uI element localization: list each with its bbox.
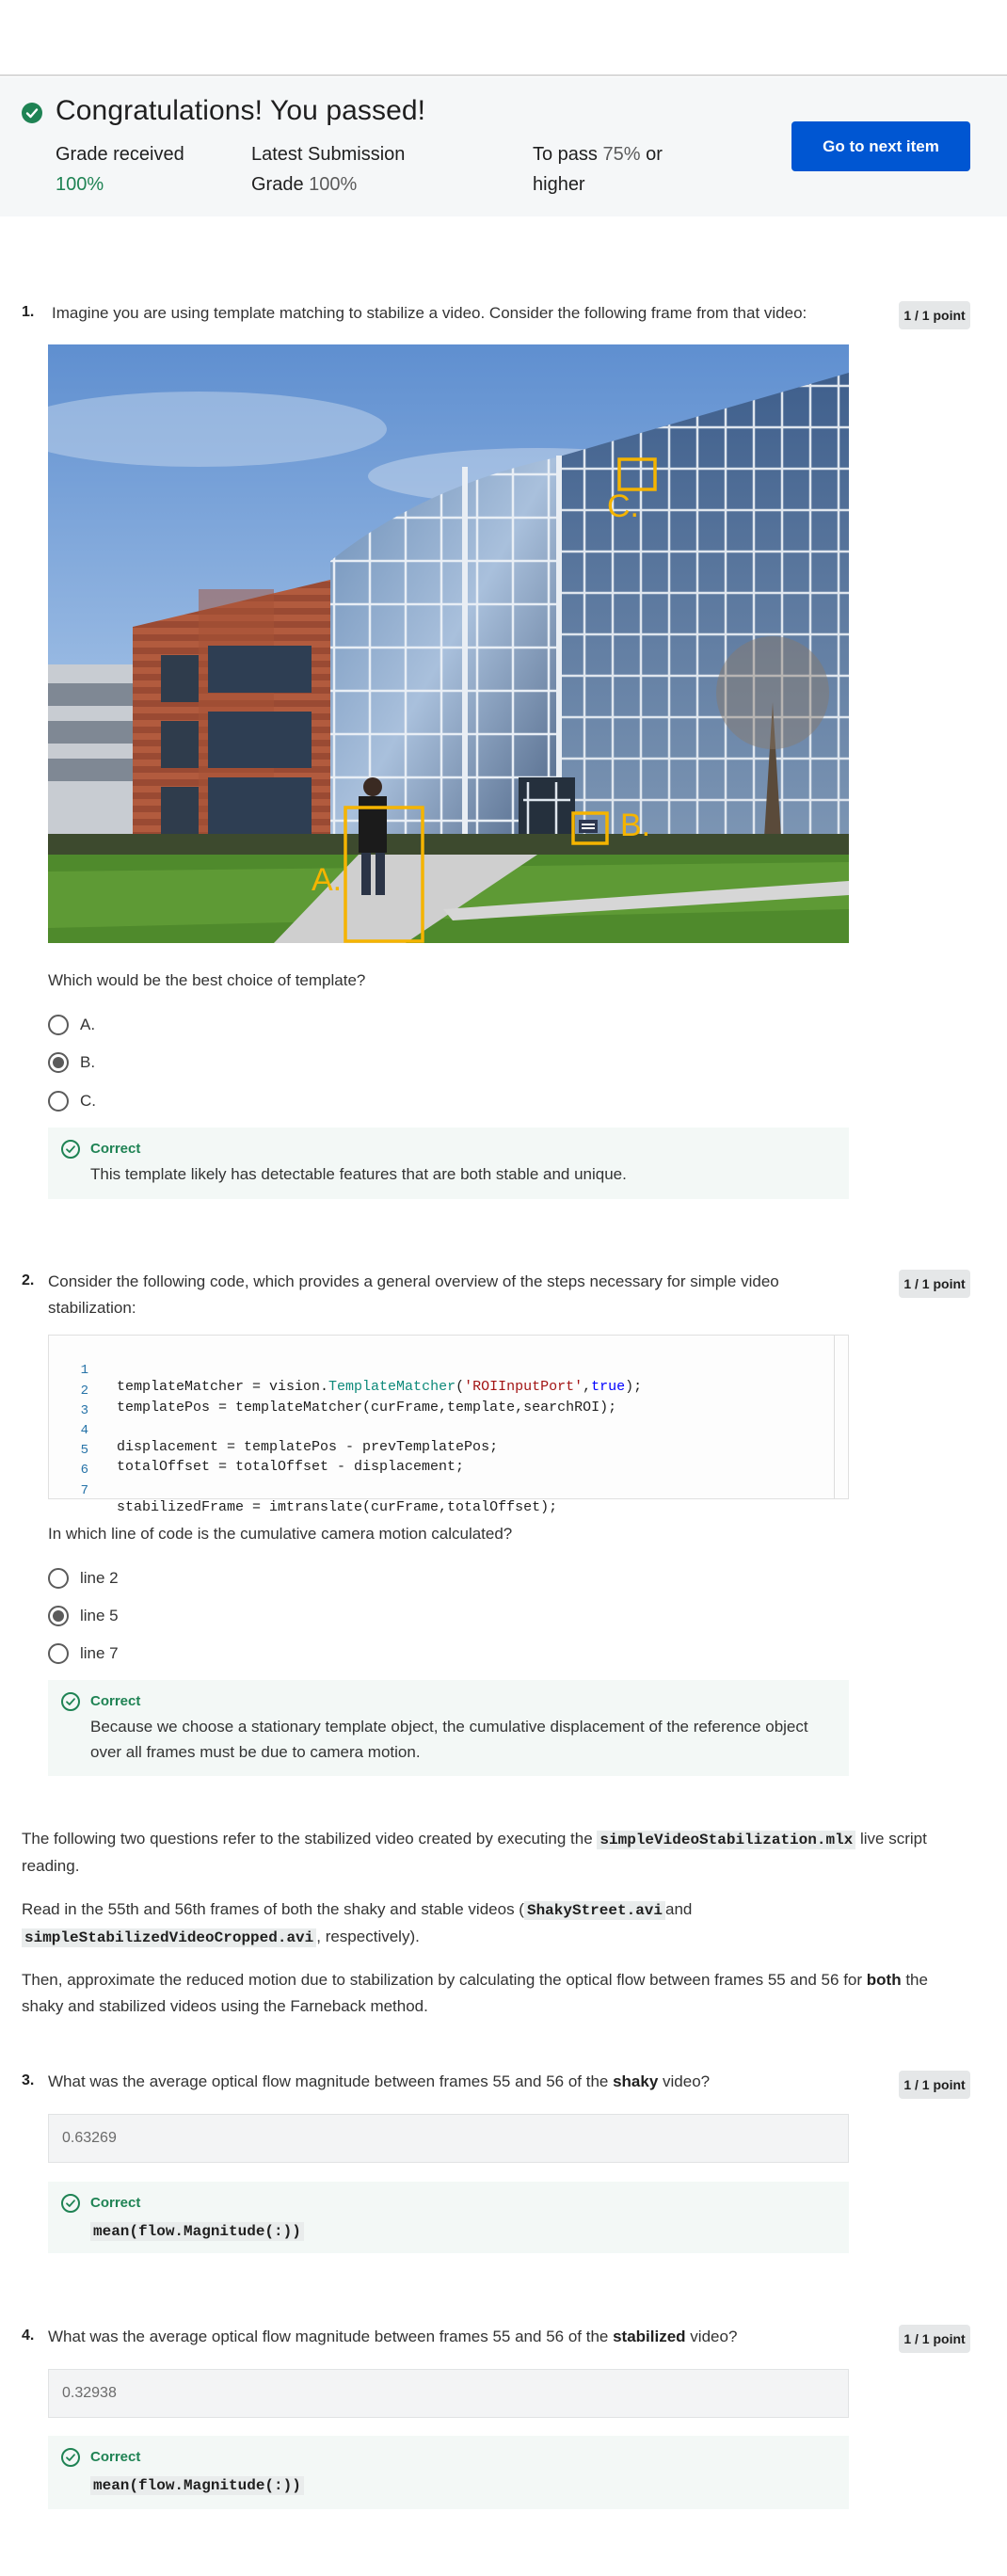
intro-paragraph-3: Then, approximate the reduced motion due… — [22, 1967, 953, 2020]
question-2-feedback: Correct Because we choose a stationary t… — [48, 1680, 849, 1776]
question-2-points-badge: 1 / 1 point — [899, 1270, 970, 1298]
question-2-option-line2[interactable]: line 2 — [48, 1566, 119, 1591]
question-2-option-line7[interactable]: line 7 — [48, 1641, 119, 1666]
top-navigation-bar — [0, 0, 1007, 76]
intro-text: , respectively). — [316, 1928, 420, 1945]
correct-check-icon — [61, 2194, 80, 2213]
feedback-title: Correct — [90, 1141, 141, 1157]
feedback-title: Correct — [90, 2449, 141, 2465]
question-1-option-a[interactable]: A. — [48, 1013, 95, 1037]
grade-received-label: Grade received — [56, 144, 184, 165]
correct-check-icon — [61, 2448, 80, 2467]
question-1-option-c[interactable]: C. — [48, 1089, 96, 1113]
question-3-text-b: video? — [663, 2072, 711, 2090]
code-scrollbar[interactable] — [834, 1336, 835, 1498]
code-line-5: 5 totalOffset = totalOffset - displaceme… — [49, 1427, 830, 1475]
pass-threshold-value: 75% — [602, 144, 641, 165]
go-to-next-item-button[interactable]: Go to next item — [791, 121, 970, 171]
grade-received: Grade received 100% — [56, 139, 225, 200]
question-1-number: 1. — [22, 304, 35, 320]
code-line-3: 3 — [49, 1387, 830, 1418]
building-photo: A. B. C. — [48, 344, 849, 943]
inline-code: mean(flow.Magnitude(:)) — [90, 2476, 304, 2495]
question-2-prompt: In which line of code is the cumulative … — [48, 1525, 513, 1543]
option-label: C. — [80, 1092, 96, 1110]
question-3-text-bold: shaky — [613, 2072, 659, 2090]
intro-paragraph-1: The following two questions refer to the… — [22, 1826, 953, 1880]
banner-title: Congratulations! You passed! — [56, 95, 426, 126]
correct-check-icon — [61, 1140, 80, 1159]
question-3-points-badge: 1 / 1 point — [899, 2071, 970, 2099]
code-line-2: 2 templatePos = templateMatcher(curFrame… — [49, 1368, 830, 1416]
feedback-text: This template likely has detectable feat… — [90, 1165, 627, 1183]
question-1-prompt: Which would be the best choice of templa… — [48, 971, 366, 989]
check-circle-icon — [22, 103, 42, 123]
question-3-answer-field[interactable]: 0.63269 — [48, 2114, 849, 2163]
option-label: B. — [80, 1053, 96, 1071]
question-3-number: 3. — [22, 2072, 35, 2088]
feedback-title: Correct — [90, 1693, 141, 1709]
question-4-answer-field[interactable]: 0.32938 — [48, 2369, 849, 2418]
latest-submission-value: 100% — [309, 174, 358, 195]
question-2-text: Consider the following code, which provi… — [48, 1272, 779, 1317]
line-number: 7 — [80, 1483, 88, 1498]
correct-check-icon — [61, 1692, 80, 1711]
inline-code: simpleStabilizedVideoCropped.avi — [22, 1928, 317, 1947]
radio-button-selected[interactable] — [48, 1052, 69, 1073]
code-line-4: 4 displacement = templatePos - prevTempl… — [49, 1407, 830, 1455]
question-4-feedback: Correct mean(flow.Magnitude(:)) — [48, 2436, 849, 2509]
option-label: A. — [80, 1016, 96, 1033]
question-1-points-badge: 1 / 1 point — [899, 301, 970, 329]
question-1-feedback: Correct This template likely has detecta… — [48, 1128, 849, 1199]
intro-paragraph-2: Read in the 55th and 56th frames of both… — [22, 1896, 953, 1951]
intro-bold: both — [866, 1971, 902, 1989]
latest-submission-grade: Latest Submission Grade 100% — [251, 139, 458, 200]
feedback-text: Because we choose a stationary template … — [90, 1718, 808, 1761]
image-label-b: B. — [620, 808, 650, 843]
image-label-c: C. — [607, 488, 639, 524]
feedback-code: mean(flow.Magnitude(:)) — [90, 2472, 834, 2499]
pass-threshold-prefix: To pass — [533, 144, 598, 165]
question-2-option-line5[interactable]: line 5 — [48, 1604, 119, 1628]
inline-code: simpleVideoStabilization.mlx — [597, 1831, 856, 1849]
inline-code: ShakyStreet.avi — [523, 1901, 665, 1920]
question-1-option-b[interactable]: B. — [48, 1050, 95, 1075]
question-4-text-a: What was the average optical flow magnit… — [48, 2328, 609, 2345]
option-label: line 5 — [80, 1607, 119, 1624]
code-line-6: 6 — [49, 1447, 830, 1478]
grade-received-value: 100% — [56, 174, 104, 195]
code-text: stabilizedFrame = imtranslate(curFrame,t… — [117, 1499, 558, 1515]
feedback-title: Correct — [90, 2195, 141, 2211]
code-line-7: 7 stabilizedFrame = imtranslate(curFrame… — [49, 1467, 830, 1515]
question-3-text: What was the average optical flow magnit… — [48, 2069, 857, 2095]
question-4-text-bold: stabilized — [613, 2328, 686, 2345]
option-label: line 2 — [80, 1569, 119, 1587]
question-4-text-b: video? — [690, 2328, 738, 2345]
radio-button[interactable] — [48, 1015, 69, 1035]
option-label: line 7 — [80, 1644, 119, 1662]
question-4-points-badge: 1 / 1 point — [899, 2325, 970, 2353]
code-line-1: 1 templateMatcher = vision.TemplateMatch… — [49, 1347, 830, 1395]
question-3-text-a: What was the average optical flow magnit… — [48, 2072, 609, 2090]
intro-text: and — [665, 1900, 693, 1918]
feedback-code: mean(flow.Magnitude(:)) — [90, 2217, 834, 2245]
question-1-text: Imagine you are using template matching … — [52, 304, 807, 322]
question-4-number: 4. — [22, 2328, 35, 2344]
radio-button[interactable] — [48, 1091, 69, 1112]
question-4-text: What was the average optical flow magnit… — [48, 2324, 857, 2350]
question-3-feedback: Correct mean(flow.Magnitude(:)) — [48, 2182, 849, 2253]
radio-button[interactable] — [48, 1568, 69, 1589]
question-2-number: 2. — [22, 1272, 35, 1288]
radio-button-selected[interactable] — [48, 1606, 69, 1626]
intro-text: Then, approximate the reduced motion due… — [22, 1971, 863, 1989]
code-listing: 1 templateMatcher = vision.TemplateMatch… — [48, 1335, 849, 1515]
inline-code: mean(flow.Magnitude(:)) — [90, 2222, 304, 2241]
image-label-a: A. — [312, 862, 342, 898]
intro-text: The following two questions refer to the… — [22, 1830, 593, 1848]
pass-threshold: To pass 75% or higher — [533, 139, 711, 200]
intro-text: Read in the 55th and 56th frames of both… — [22, 1900, 524, 1918]
radio-button[interactable] — [48, 1643, 69, 1664]
